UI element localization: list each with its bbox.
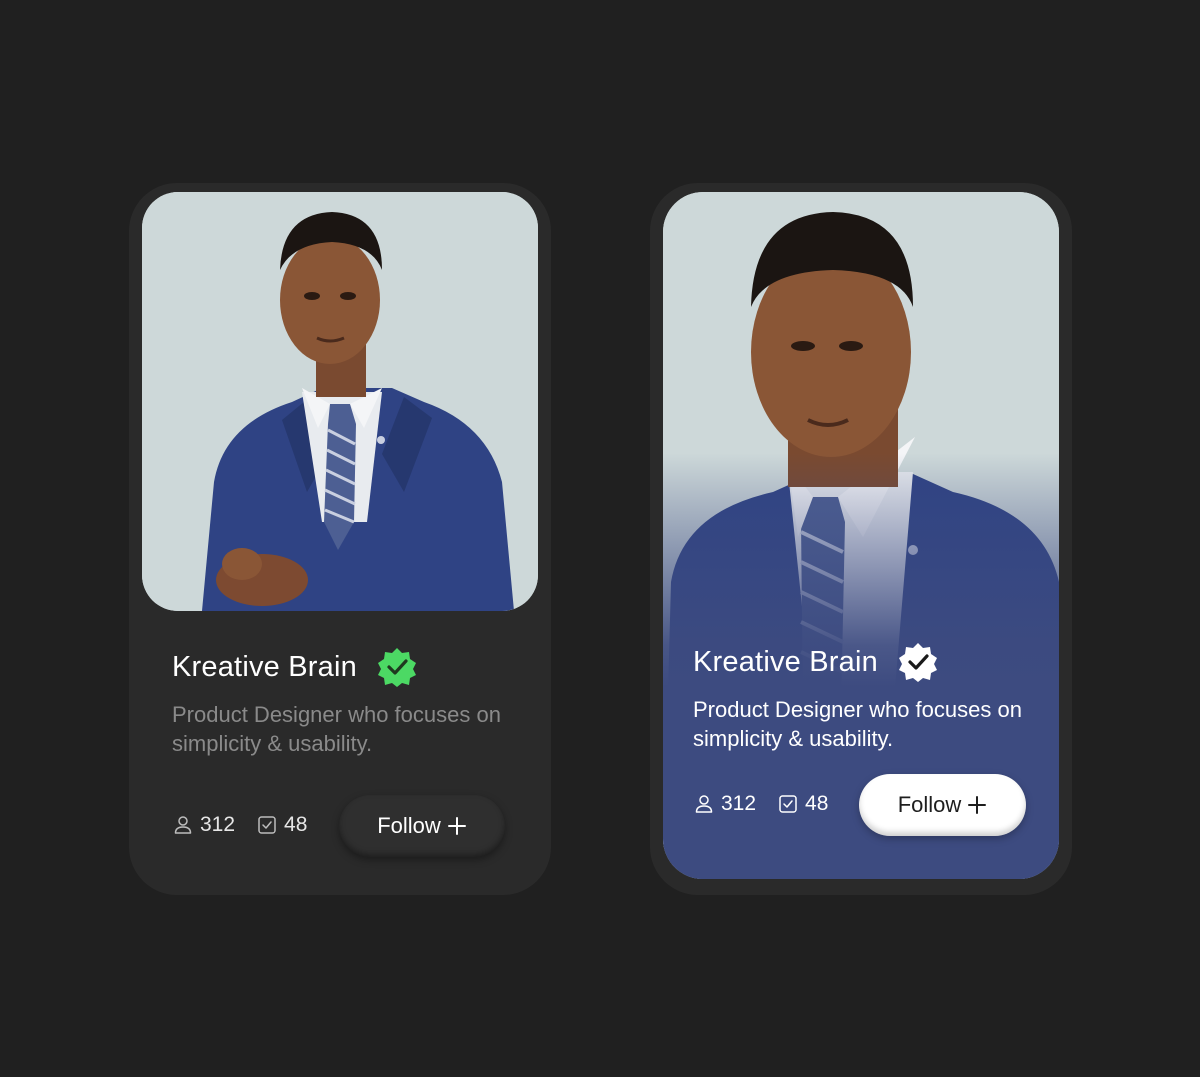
profile-stats: 312 48 xyxy=(694,792,828,816)
profile-name: Kreative Brain xyxy=(693,645,878,678)
profile-card-dark: Kreative Brain Product Designer who focu… xyxy=(129,183,551,895)
user-icon xyxy=(174,816,192,834)
profile-bio: Product Designer who focuses on simplici… xyxy=(172,702,501,756)
portrait-illustration xyxy=(142,192,538,611)
followers-stat: 312 xyxy=(173,813,235,837)
followers-count: 312 xyxy=(721,792,757,815)
profile-name: Kreative Brain xyxy=(172,650,357,683)
profile-stats: 312 48 xyxy=(173,813,307,837)
followers-count: 312 xyxy=(200,813,236,836)
follow-label: Follow xyxy=(897,792,962,817)
projects-stat: 48 xyxy=(778,792,828,816)
profile-bio: Product Designer who focuses on simplici… xyxy=(693,697,1022,751)
verified-badge-icon xyxy=(377,648,416,687)
projects-stat: 48 xyxy=(257,813,307,837)
projects-count: 48 xyxy=(805,792,829,815)
follow-label: Follow xyxy=(377,813,441,838)
profile-card-blue: Kreative Brain Product Designer who focu… xyxy=(650,183,1072,895)
followers-stat: 312 xyxy=(694,792,756,816)
user-icon xyxy=(695,795,713,813)
plus-icon xyxy=(447,817,466,835)
checkbox-icon xyxy=(779,795,797,813)
checkbox-icon xyxy=(258,816,276,834)
plus-icon xyxy=(968,796,987,814)
follow-button[interactable]: Follow xyxy=(859,774,1026,836)
name-row: Kreative Brain xyxy=(172,647,417,687)
profile-photo xyxy=(142,192,538,611)
follow-button[interactable]: Follow xyxy=(339,795,505,857)
name-row: Kreative Brain xyxy=(693,642,938,682)
projects-count: 48 xyxy=(284,813,308,836)
verified-badge-icon xyxy=(898,643,937,682)
